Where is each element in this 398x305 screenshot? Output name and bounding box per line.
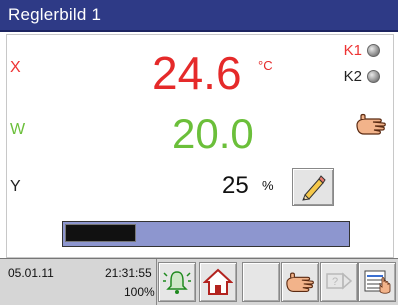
empty-button[interactable] [242,262,280,302]
output-bar [62,221,350,247]
actual-value: 24.6 [152,47,242,99]
actual-value-label: X [10,59,21,76]
setpoint-value[interactable]: 20.0 [172,111,254,157]
home-icon [203,268,233,295]
home-button[interactable] [199,262,237,302]
menu-button[interactable] [358,262,396,302]
actual-value-unit: °C [258,58,273,73]
k2-label: K2 [343,68,362,85]
output-unit: % [262,178,274,193]
status-time: 21:31:55 [105,266,152,280]
k1-led-icon [367,44,380,57]
controller-screen: Reglerbild 1 X 24.6 °C W 20.0 Y 25 % K1 … [0,0,398,305]
status-date: 05.01.11 [8,266,54,280]
help-button[interactable]: ? [320,262,358,302]
pencil-icon [302,175,326,201]
output-bar-fill [65,224,136,242]
k1-label: K1 [343,42,362,59]
status-zoom: 100% [124,285,155,299]
alarm-button[interactable] [158,262,196,302]
menu-icon [364,270,391,294]
window-title: Reglerbild 1 [8,5,102,24]
divider [156,259,157,305]
manual-mode-hand-icon [356,113,386,135]
k2-indicator: K2 [344,68,380,85]
edit-output-button[interactable] [292,168,334,206]
manual-mode-button[interactable] [281,262,319,302]
k2-led-icon [367,70,380,83]
help-icon: ? [326,272,353,290]
k1-indicator: K1 [344,42,380,59]
title-bar: Reglerbild 1 [0,0,398,32]
hand-icon [286,272,314,292]
output-label: Y [10,178,21,195]
svg-text:?: ? [332,276,338,288]
output-value: 25 [222,172,249,199]
setpoint-label: W [10,121,26,138]
bell-icon [163,271,191,294]
status-bar: 05.01.11 21:31:55 100% ? [0,258,398,305]
